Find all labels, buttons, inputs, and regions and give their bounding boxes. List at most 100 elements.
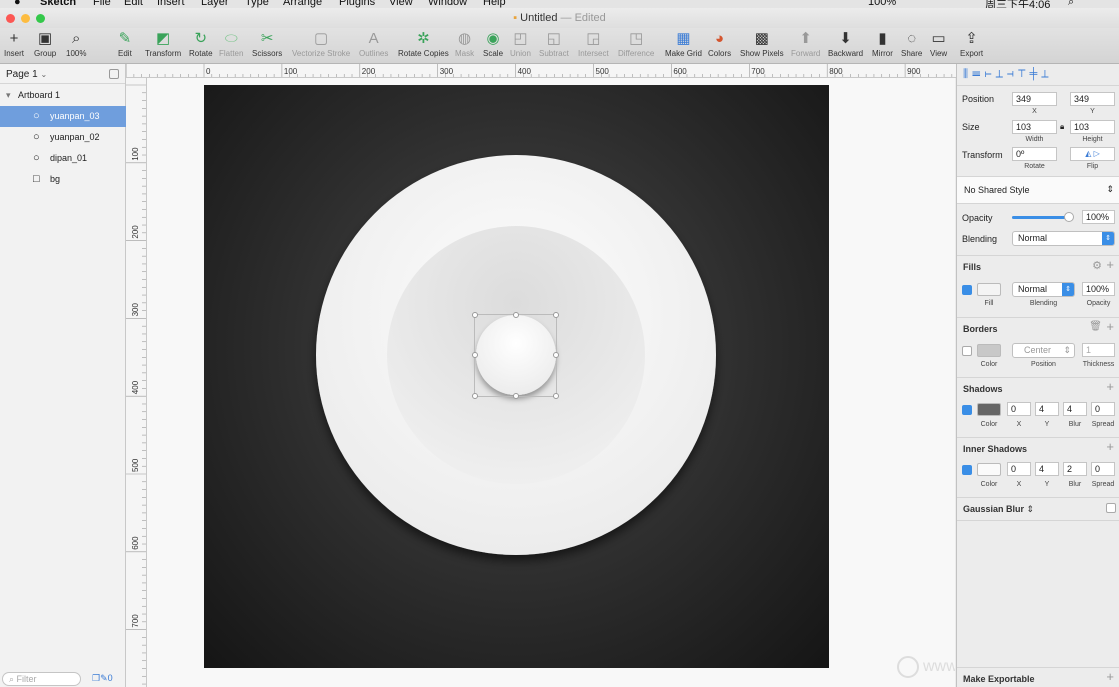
toolbar-export-button[interactable]: ⇪ Export	[960, 30, 983, 62]
menu-plugins[interactable]: Plugins	[339, 0, 375, 8]
toolbar-view-button[interactable]: ▭ View	[930, 30, 947, 62]
rotate-input[interactable]: 0º	[1012, 147, 1057, 161]
add-inner-shadow-icon[interactable]: +	[1106, 439, 1114, 454]
toolbar-backward-button[interactable]: ⬇ Backward	[828, 30, 863, 62]
fill-opacity-input[interactable]: 100%	[1082, 282, 1115, 296]
flip-vertical-icon[interactable]: ▷	[1094, 149, 1100, 158]
shadow-blur-input[interactable]: 4	[1063, 402, 1087, 416]
flip-horizontal-icon[interactable]: ◭	[1085, 149, 1091, 158]
menu-file[interactable]: File	[93, 0, 111, 8]
border-color-swatch[interactable]	[977, 344, 1001, 357]
layer-row[interactable]: □ bg	[0, 169, 126, 190]
add-export-icon[interactable]: +	[1106, 669, 1114, 684]
menu-app[interactable]: Sketch	[40, 0, 76, 8]
spotlight-icon[interactable]: ⌕	[1068, 0, 1074, 8]
align-center-icon[interactable]: ⊥	[996, 68, 1007, 80]
distribute-vertical-icon[interactable]: ☰	[972, 68, 984, 80]
toolbar-subtract-button[interactable]: ◱ Subtract	[539, 30, 569, 62]
filter-input[interactable]: ⌕ Filter	[2, 672, 81, 686]
trash-icon[interactable]: 🗑︎	[1089, 321, 1102, 332]
menu-help[interactable]: Help	[483, 0, 506, 8]
shadow-spread-input[interactable]: 0	[1091, 402, 1115, 416]
toggle-pages-button[interactable]	[109, 69, 119, 79]
toolbar-100--button[interactable]: ⌕ 100%	[66, 30, 86, 62]
shadow-y-input[interactable]: 4	[1035, 402, 1059, 416]
add-fill-icon[interactable]: +	[1106, 257, 1114, 272]
toolbar-outlines-button[interactable]: A Outlines	[359, 30, 388, 62]
toolbar-union-button[interactable]: ◰ Union	[510, 30, 531, 62]
create-symbol-icon[interactable]: ❐✎0	[92, 673, 113, 684]
inner-shadow-spread-input[interactable]: 0	[1091, 462, 1115, 476]
canvas[interactable]: www.MacDown.com	[147, 78, 955, 687]
shadow-color-swatch[interactable]	[977, 403, 1001, 416]
menu-window[interactable]: Window	[428, 0, 467, 8]
menu-insert[interactable]: Insert	[157, 0, 185, 8]
inner-shadow-x-input[interactable]: 0	[1007, 462, 1031, 476]
lock-icon[interactable]: 🔒︎	[1060, 122, 1064, 132]
opacity-input[interactable]: 100%	[1082, 210, 1115, 224]
toolbar-rotate-button[interactable]: ↻ Rotate	[189, 30, 213, 62]
layer-row[interactable]: ○ dipan_01	[0, 148, 126, 169]
menu-arrange[interactable]: Arrange	[283, 0, 322, 8]
apple-icon[interactable]: ●	[14, 0, 21, 8]
inner-shadow-checkbox[interactable]	[962, 465, 972, 475]
flip-buttons[interactable]: ◭ ▷	[1070, 147, 1115, 161]
fill-color-swatch[interactable]	[977, 283, 1001, 296]
inner-shadow-color-swatch[interactable]	[977, 463, 1001, 476]
toolbar-vectorize-stroke-button[interactable]: ▢ Vectorize Stroke	[292, 30, 350, 62]
blending-select[interactable]: Normal ⇕	[1012, 231, 1115, 246]
menu-view[interactable]: View	[389, 0, 413, 8]
toolbar-forward-button[interactable]: ⬆ Forward	[791, 30, 820, 62]
add-shadow-icon[interactable]: +	[1106, 379, 1114, 394]
add-border-icon[interactable]: +	[1106, 319, 1114, 334]
layer-row[interactable]: ○ yuanpan_02	[0, 127, 126, 148]
toolbar-flatten-button[interactable]: ⬭ Flatten	[219, 30, 243, 62]
menu-layer[interactable]: Layer	[201, 0, 229, 8]
opacity-slider-knob[interactable]	[1064, 212, 1074, 222]
toolbar-colors-button[interactable]: ◕ Colors	[708, 30, 731, 62]
align-bottom-icon[interactable]: ⊥	[1041, 68, 1052, 80]
toolbar-make-grid-button[interactable]: ▦ Make Grid	[665, 30, 702, 62]
toolbar-intersect-button[interactable]: ◲ Intersect	[578, 30, 609, 62]
artboard[interactable]	[204, 85, 829, 668]
shadow-checkbox[interactable]	[962, 405, 972, 415]
toolbar-group-button[interactable]: ▣ Group	[34, 30, 56, 62]
align-right-icon[interactable]: ⊣	[1007, 68, 1018, 80]
toolbar-scissors-button[interactable]: ✂ Scissors	[252, 30, 282, 62]
align-top-icon[interactable]: ⊤	[1018, 68, 1029, 80]
opacity-slider[interactable]	[1012, 212, 1074, 222]
toolbar-mirror-button[interactable]: ▮ Mirror	[872, 30, 893, 62]
layer-row[interactable]: ▾ Artboard 1	[0, 85, 126, 106]
page-selector[interactable]: Page 1 ⌄	[0, 64, 125, 84]
menu-edit[interactable]: Edit	[124, 0, 143, 8]
align-left-icon[interactable]: ⊢	[984, 68, 995, 80]
toolbar-insert-button[interactable]: + Insert	[4, 30, 24, 62]
menu-type[interactable]: Type	[245, 0, 269, 8]
fill-checkbox[interactable]	[962, 285, 972, 295]
layer-row[interactable]: ○ yuanpan_03	[0, 106, 126, 127]
toolbar-transform-button[interactable]: ◩ Transform	[145, 30, 181, 62]
border-thickness-input[interactable]: 1	[1082, 343, 1115, 357]
shadow-x-input[interactable]: 0	[1007, 402, 1031, 416]
inner-shadow-blur-input[interactable]: 2	[1063, 462, 1087, 476]
position-y-input[interactable]: 349	[1070, 92, 1115, 106]
gaussian-blur-checkbox[interactable]	[1106, 503, 1116, 513]
border-position-select[interactable]: Center ⇕	[1012, 343, 1075, 358]
height-input[interactable]: 103	[1070, 120, 1115, 134]
inner-shadow-y-input[interactable]: 4	[1035, 462, 1059, 476]
border-checkbox[interactable]	[962, 346, 972, 356]
fills-gear-icon[interactable]: ⚙	[1092, 259, 1102, 272]
toolbar-edit-button[interactable]: ✎ Edit	[118, 30, 132, 62]
toolbar-scale-button[interactable]: ◉ Scale	[483, 30, 503, 62]
gaussian-blur-section[interactable]: Gaussian Blur ⇕	[957, 497, 1119, 521]
fill-blending-select[interactable]: Normal ⇕	[1012, 282, 1075, 297]
plate-knob[interactable]	[476, 315, 556, 395]
make-exportable-section[interactable]: Make Exportable +	[957, 667, 1119, 687]
toolbar-share-button[interactable]: ◌ Share	[901, 30, 922, 62]
toolbar-rotate-copies-button[interactable]: ✲ Rotate Copies	[398, 30, 449, 62]
distribute-horizontal-icon[interactable]: ⫼	[963, 68, 972, 80]
width-input[interactable]: 103	[1012, 120, 1057, 134]
toolbar-difference-button[interactable]: ◳ Difference	[618, 30, 654, 62]
align-middle-icon[interactable]: ╪	[1030, 68, 1042, 80]
shared-style-select[interactable]: No Shared Style ⇕	[957, 176, 1119, 204]
